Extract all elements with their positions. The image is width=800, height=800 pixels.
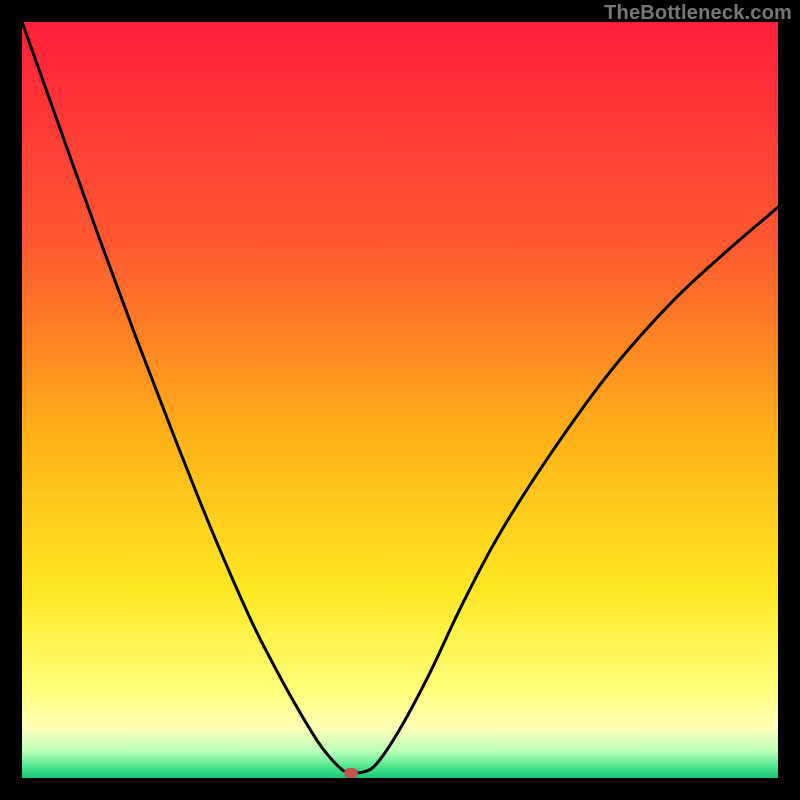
curve-layer <box>22 22 778 778</box>
chart-frame: TheBottleneck.com <box>0 0 800 800</box>
attribution-label: TheBottleneck.com <box>604 2 792 25</box>
bottleneck-curve <box>22 22 778 773</box>
optimal-marker <box>344 768 358 778</box>
